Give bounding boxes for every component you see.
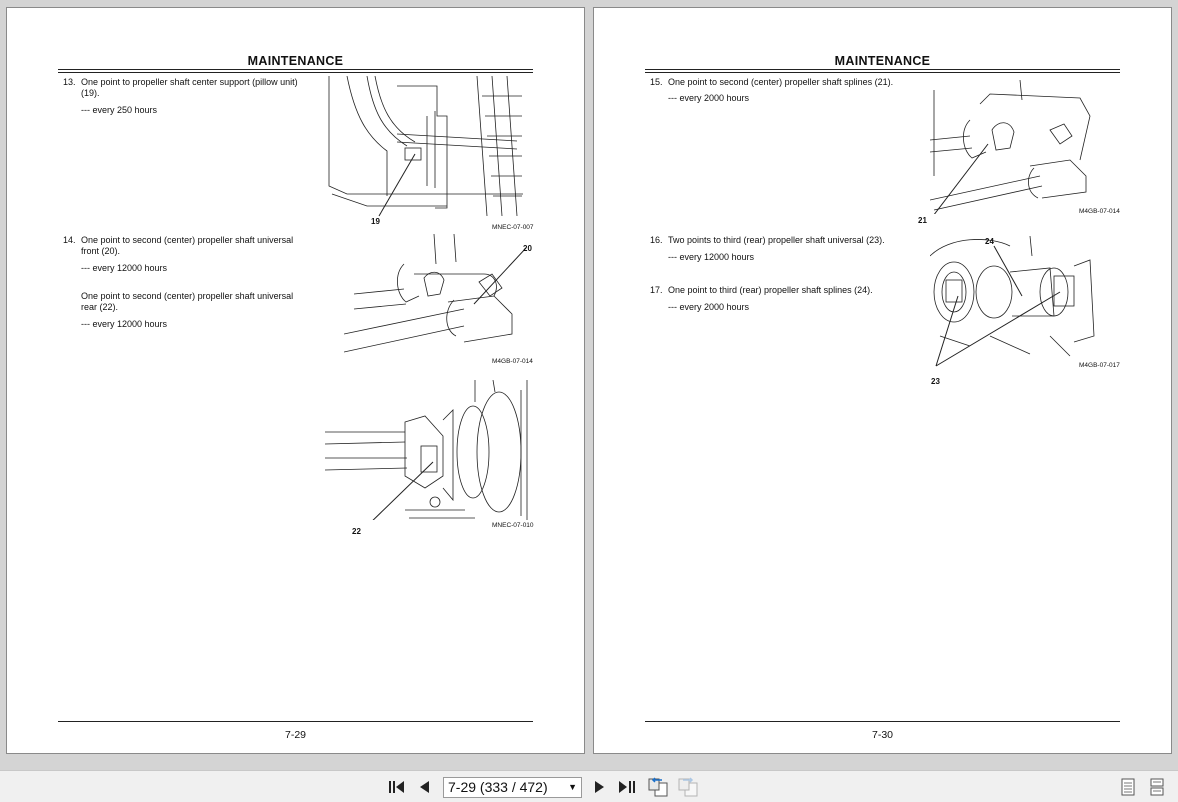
item-text: One point to second (center) propeller s… xyxy=(81,291,294,312)
next-page-icon xyxy=(595,781,604,793)
last-page-icon xyxy=(619,781,635,793)
figure-id: M4GB-07-014 xyxy=(1079,208,1120,215)
callout-21: 21 xyxy=(918,216,927,225)
item-interval: --- every 12000 hours xyxy=(668,252,755,262)
item-number: 16. xyxy=(650,235,663,245)
single-page-view-icon xyxy=(1121,778,1135,796)
item-number: 17. xyxy=(650,285,663,295)
header-rule xyxy=(58,69,533,70)
callout-19: 19 xyxy=(371,217,380,226)
previous-page-icon xyxy=(420,781,429,793)
item-interval: --- every 250 hours xyxy=(81,105,158,115)
item-interval: --- every 2000 hours xyxy=(668,93,750,103)
item-text: One point to propeller shaft center supp… xyxy=(81,77,298,98)
header-rule xyxy=(58,72,533,73)
footer-rule xyxy=(58,721,533,722)
item-number: 13. xyxy=(63,77,76,87)
callout-20: 20 xyxy=(523,244,532,253)
previous-page-button[interactable] xyxy=(413,776,435,798)
item-text: Two points to third (rear) propeller sha… xyxy=(668,235,885,245)
item-interval: --- every 12000 hours xyxy=(81,263,168,273)
continuous-view-icon xyxy=(1150,778,1164,796)
first-page-icon xyxy=(389,781,404,793)
previous-view-button[interactable] xyxy=(646,776,670,798)
document-page-right: MAINTENANCE 15. One point to second (cen… xyxy=(593,7,1172,754)
first-page-button[interactable] xyxy=(385,776,407,798)
next-page-button[interactable] xyxy=(589,776,611,798)
item-text: One point to second (center) propeller s… xyxy=(668,77,894,87)
next-view-icon xyxy=(678,777,698,797)
figure-splines xyxy=(930,80,1091,214)
navigation-toolbar: 7-29 (333 / 472) ▼ xyxy=(0,770,1178,802)
previous-view-icon xyxy=(648,777,668,797)
page-header: MAINTENANCE xyxy=(834,54,931,68)
header-rule xyxy=(645,72,1120,73)
page-number-field[interactable]: 7-29 (333 / 472) ▼ xyxy=(443,777,582,798)
next-view-button[interactable] xyxy=(676,776,700,798)
item-interval: --- every 12000 hours xyxy=(81,319,168,329)
page-number-value: 7-29 (333 / 472) xyxy=(448,779,548,795)
dropdown-arrow-icon: ▼ xyxy=(568,782,577,792)
item-number: 14. xyxy=(63,235,76,245)
figure-id: M4GB-07-017 xyxy=(1079,362,1120,369)
page-header: MAINTENANCE xyxy=(247,54,344,68)
item-text: One point to third (rear) propeller shaf… xyxy=(668,285,873,295)
page-number: 7-30 xyxy=(871,729,893,741)
header-rule xyxy=(645,69,1120,70)
figure-rear-universal xyxy=(930,236,1095,367)
callout-23: 23 xyxy=(931,377,940,386)
item-number: 15. xyxy=(650,77,663,87)
callout-22: 22 xyxy=(352,527,361,536)
item-interval: --- every 2000 hours xyxy=(668,302,750,312)
continuous-view-button[interactable] xyxy=(1147,776,1167,798)
last-page-button[interactable] xyxy=(616,776,638,798)
figure-universal-front xyxy=(344,234,527,353)
page-number: 7-29 xyxy=(284,729,306,741)
figure-id: MNEC-07-010 xyxy=(492,522,534,529)
single-page-view-button[interactable] xyxy=(1118,776,1138,798)
document-page-left: MAINTENANCE 13. One point to propeller s… xyxy=(6,7,585,754)
figure-id: MNEC-07-007 xyxy=(492,224,534,231)
figure-pillow-unit xyxy=(328,76,523,217)
item-text: One point to second (center) propeller s… xyxy=(81,235,294,256)
figure-universal-rear xyxy=(325,380,528,520)
callout-24: 24 xyxy=(985,237,994,246)
figure-id: M4GB-07-014 xyxy=(492,358,533,365)
footer-rule xyxy=(645,721,1120,722)
